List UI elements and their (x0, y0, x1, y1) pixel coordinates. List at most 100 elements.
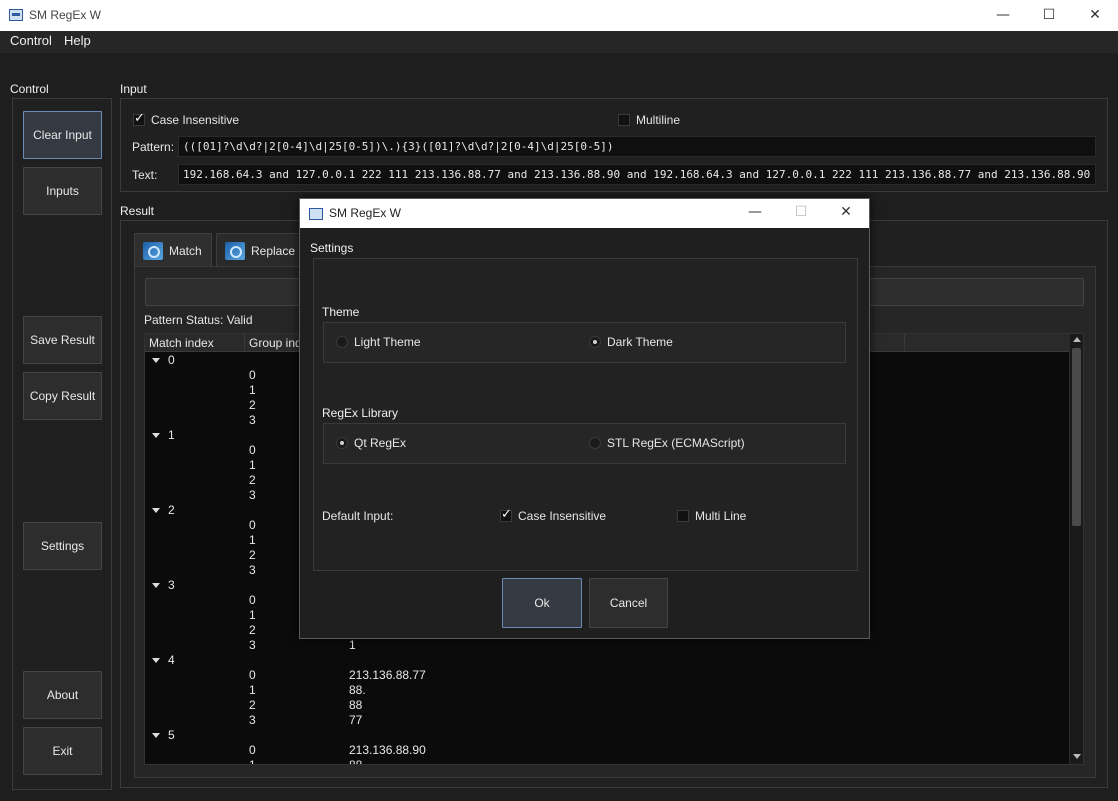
minimize-button[interactable]: — (980, 0, 1026, 31)
input-section-label: Input (120, 82, 147, 96)
settings-button[interactable]: Settings (23, 522, 102, 570)
group-row[interactable]: 3 77 (145, 713, 1069, 728)
group-row[interactable]: 31 (145, 638, 1069, 653)
group-value: 213.136.88.77 (349, 668, 426, 682)
light-theme-radio[interactable] (336, 336, 348, 348)
dialog-close-button[interactable]: ✕ (823, 198, 869, 227)
pattern-status: Pattern Status: Valid (144, 313, 253, 327)
text-input[interactable]: 192.168.64.3 and 127.0.0.1 222 111 213.1… (178, 164, 1096, 185)
default-case-insensitive-checkbox[interactable] (500, 507, 512, 522)
qt-regex-label: Qt RegEx (354, 436, 407, 450)
close-button[interactable]: ✕ (1072, 0, 1118, 31)
group-value: 88. (349, 683, 366, 697)
inputs-button[interactable]: Inputs (23, 167, 102, 215)
expand-caret-icon[interactable] (152, 733, 160, 739)
group-row[interactable]: 2 88 (145, 698, 1069, 713)
default-multi-line-checkbox[interactable] (677, 510, 689, 522)
group-index: 1 (249, 458, 256, 472)
group-row[interactable]: 0 213.136.88.77 (145, 668, 1069, 683)
group-index: 1 (249, 383, 256, 397)
multiline-checkbox[interactable] (618, 114, 630, 126)
case-insensitive-option[interactable]: Case Insensitive (133, 111, 239, 127)
group-index: 1 (249, 683, 256, 697)
dialog-title: SM RegEx W (329, 206, 402, 220)
group-index: 0 (249, 668, 256, 682)
exit-button[interactable]: Exit (23, 727, 102, 775)
group-index: 2 (249, 398, 256, 412)
qt-regex-radio[interactable] (336, 437, 348, 449)
expand-caret-icon[interactable] (152, 658, 160, 664)
multiline-option[interactable]: Multiline (618, 113, 680, 127)
group-index: 2 (249, 623, 256, 637)
match-index: 4 (168, 653, 175, 667)
settings-dialog: SM RegEx W — ☐ ✕ Settings Theme Light Th… (299, 198, 870, 639)
replace-tab-icon (225, 241, 245, 260)
group-value: 213.136.88.90 (349, 743, 426, 757)
window-title: SM RegEx W (29, 8, 102, 22)
table-scrollbar[interactable] (1069, 334, 1083, 764)
copy-result-button[interactable]: Copy Result (23, 372, 102, 420)
ok-button[interactable]: Ok (502, 578, 582, 628)
about-button[interactable]: About (23, 671, 102, 719)
dark-theme-option[interactable]: Dark Theme (589, 335, 673, 349)
match-index: 1 (168, 428, 175, 442)
group-index: 2 (249, 548, 256, 562)
multiline-label: Multiline (636, 113, 681, 127)
save-result-button[interactable]: Save Result (23, 316, 102, 364)
dialog-minimize-button[interactable]: — (732, 198, 778, 227)
case-insensitive-checkbox[interactable] (133, 111, 145, 126)
group-value: 88 (349, 698, 363, 712)
tab-replace[interactable]: Replace (216, 233, 302, 267)
clear-input-button[interactable]: Clear Input (23, 111, 102, 159)
dialog-maximize-button: ☐ (794, 204, 808, 220)
default-case-insensitive-option[interactable]: Case Insensitive (500, 507, 606, 523)
scroll-up-icon[interactable] (1073, 337, 1081, 342)
match-row[interactable]: 4 (145, 653, 1069, 668)
dark-theme-label: Dark Theme (607, 335, 673, 349)
group-index: 0 (249, 743, 256, 757)
group-index: 3 (249, 713, 256, 727)
expand-caret-icon[interactable] (152, 583, 160, 589)
group-index: 3 (249, 413, 256, 427)
group-index: 0 (249, 518, 256, 532)
default-multi-line-label: Multi Line (695, 509, 747, 523)
group-row[interactable]: 0 213.136.88.90 (145, 743, 1069, 758)
light-theme-label: Light Theme (354, 335, 421, 349)
window-title-bar: SM RegEx W — ☐ ✕ (0, 0, 1118, 31)
pattern-label: Pattern: (132, 140, 175, 154)
group-value: 88. (349, 758, 366, 764)
scroll-down-icon[interactable] (1073, 754, 1081, 759)
group-index: 3 (249, 488, 256, 502)
default-multi-line-option[interactable]: Multi Line (677, 509, 746, 523)
scroll-thumb[interactable] (1072, 348, 1081, 526)
group-row[interactable]: 1 88. (145, 758, 1069, 764)
control-section-label: Control (10, 82, 49, 96)
tab-match[interactable]: Match (134, 233, 212, 267)
pattern-input[interactable]: (([01]?\d\d?|2[0-4]\d|25[0-5])\.){3}([01… (178, 136, 1096, 157)
match-index: 3 (168, 578, 175, 592)
text-label: Text: (132, 168, 158, 182)
menu-bar: Control Help (0, 31, 1118, 53)
expand-caret-icon[interactable] (152, 508, 160, 514)
group-row[interactable]: 1 88. (145, 683, 1069, 698)
match-index: 5 (168, 728, 175, 742)
menu-help[interactable]: Help (64, 33, 91, 48)
stl-regex-option[interactable]: STL RegEx (ECMAScript) (589, 436, 745, 450)
theme-label: Theme (322, 305, 360, 319)
expand-caret-icon[interactable] (152, 433, 160, 439)
maximize-button[interactable]: ☐ (1026, 0, 1072, 31)
group-index: 1 (249, 533, 256, 547)
settings-label: Settings (310, 241, 354, 255)
qt-regex-option[interactable]: Qt RegEx (336, 436, 406, 450)
match-row[interactable]: 5 (145, 728, 1069, 743)
stl-regex-radio[interactable] (589, 437, 601, 449)
tab-replace-label: Replace (251, 243, 296, 258)
dark-theme-radio[interactable] (589, 336, 601, 348)
cancel-button[interactable]: Cancel (589, 578, 668, 628)
stl-regex-label: STL RegEx (ECMAScript) (607, 436, 745, 450)
menu-control[interactable]: Control (10, 33, 52, 48)
group-index: 2 (249, 473, 256, 487)
column-match-index[interactable]: Match index (145, 334, 245, 352)
expand-caret-icon[interactable] (152, 358, 160, 364)
light-theme-option[interactable]: Light Theme (336, 335, 421, 349)
